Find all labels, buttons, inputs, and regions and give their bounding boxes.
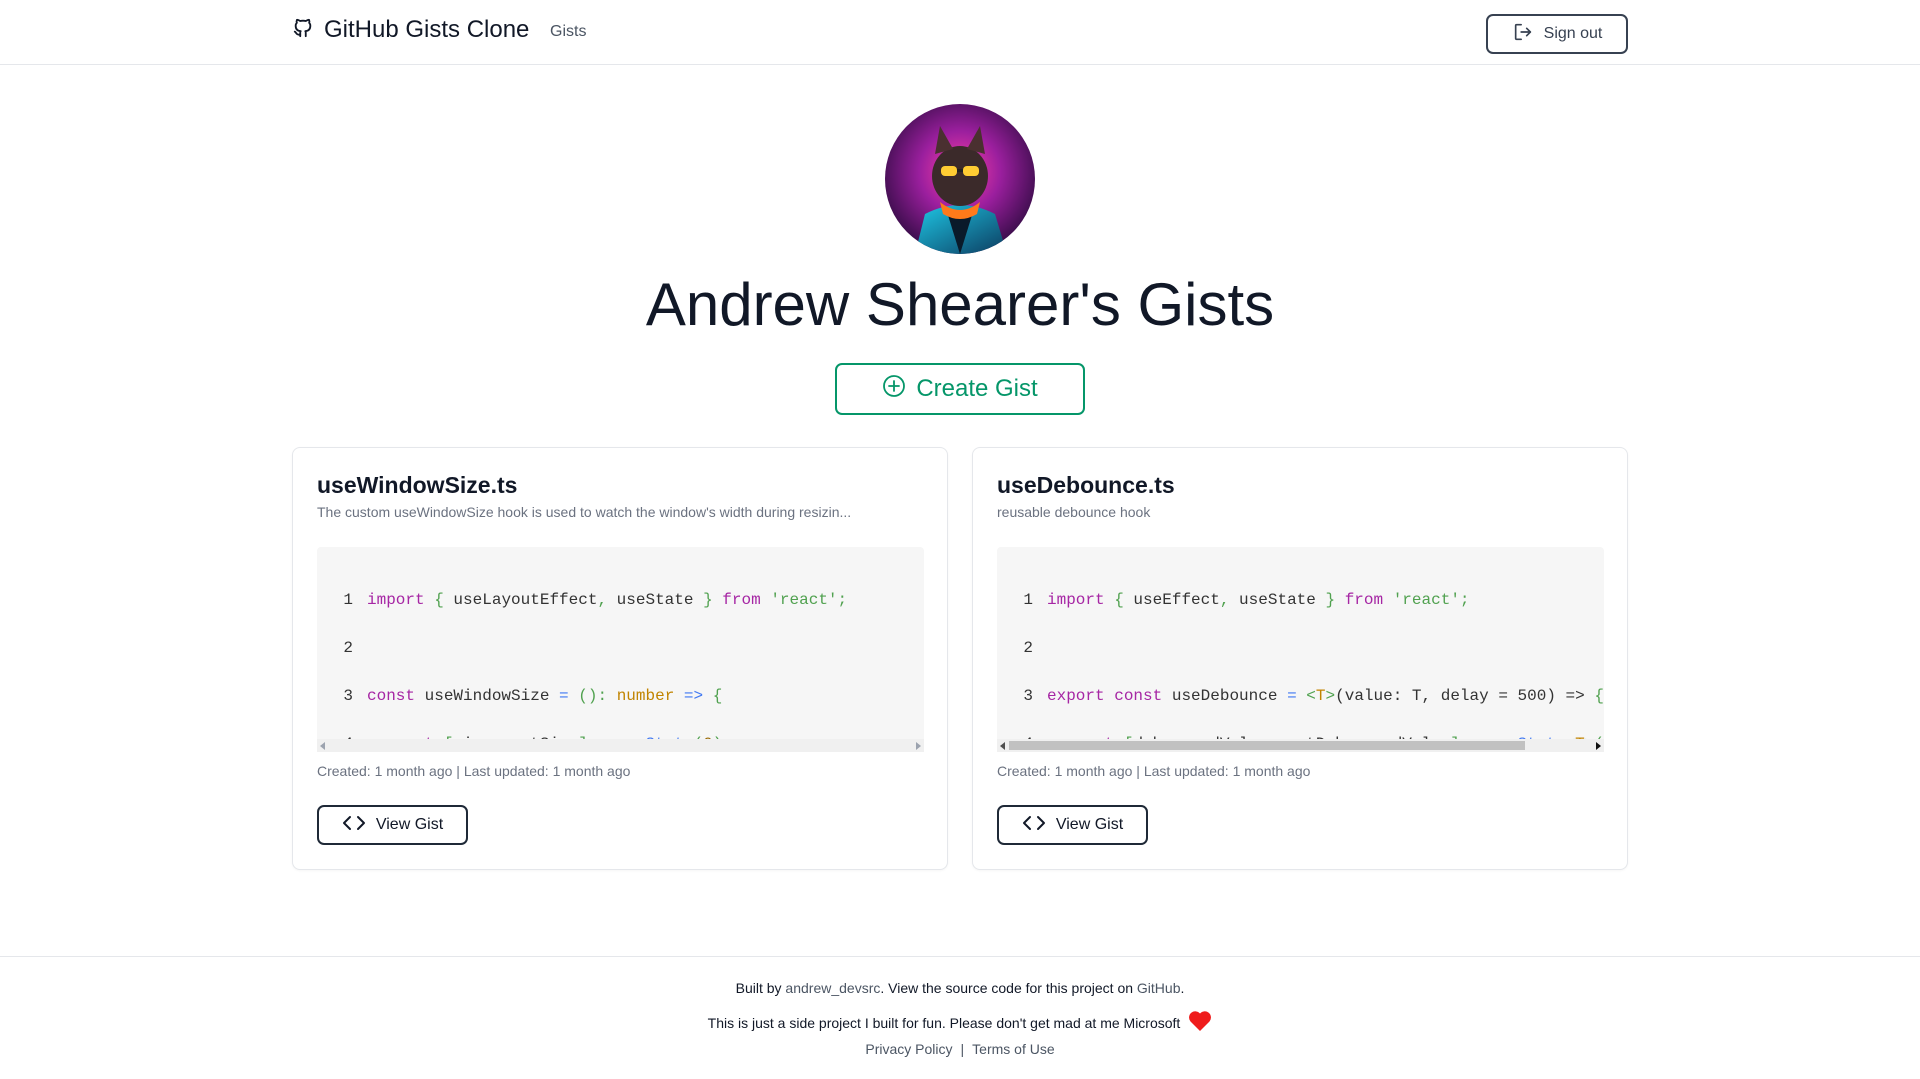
top-navbar: GitHub Gists Clone Gists Sign out [0,0,1920,65]
footer: Built by andrew_devsrc. View the source … [0,956,1920,1079]
code-line: 3 export const useDebounce = <T>(value: T… [1023,687,1604,705]
code-preview[interactable]: 1 import { useLayoutEffect, useState } fr… [317,547,924,752]
footer-side-project-text: This is just a side project I built for … [707,1014,1181,1031]
footer-built-by-middle: . View the source code for this project … [880,980,1137,996]
github-icon [292,17,314,44]
sign-out-icon [1512,21,1534,48]
footer-built-by-prefix: Built by [735,980,786,996]
nav-link-gists[interactable]: Gists [550,23,586,41]
code-line: 1 import { useEffect, useState } from 're… [1023,591,1470,609]
create-gist-button[interactable]: Create Gist [835,363,1085,415]
view-gist-label: View Gist [375,816,444,833]
page-title: Andrew Shearer's Gists [645,271,1275,338]
gist-description: reusable debounce hook [997,504,1151,520]
code-line: 3 const useWindowSize = (): number => { [343,687,723,705]
gist-card: useDebounce.ts reusable debounce hook 1i… [972,447,1628,870]
code-block: 1 import { useEffect, useState } from 're… [1009,560,1604,752]
code-icon [1022,811,1046,840]
footer-built-by-suffix: . [1180,980,1185,996]
plus-circle-icon [882,374,906,405]
footer-legal-links: Privacy Policy | Terms of Use [0,1041,1920,1057]
scroll-left-icon[interactable] [1000,742,1005,750]
code-block: 1 import { useLayoutEffect, useState } fr… [329,560,847,752]
sign-out-button[interactable]: Sign out [1486,14,1628,54]
footer-separator: | [960,1041,965,1057]
avatar [885,104,1035,254]
horizontal-scrollbar[interactable] [997,739,1604,752]
scroll-left-icon[interactable] [320,742,325,750]
code-icon [342,811,366,840]
gist-filename[interactable]: useDebounce.ts [997,472,1175,499]
code-preview[interactable]: 1 import { useEffect, useState } from 're… [997,547,1604,752]
scroll-right-icon[interactable] [916,742,921,750]
sign-out-label: Sign out [1543,25,1603,42]
heart-icon [1188,1010,1212,1035]
footer-credits: Built by andrew_devsrc. View the source … [0,980,1920,996]
privacy-policy-link[interactable]: Privacy Policy [865,1041,952,1057]
footer-disclaimer: This is just a side project I built for … [0,1010,1920,1035]
gist-timestamps: Created: 1 month ago | Last updated: 1 m… [317,763,631,779]
gist-filename[interactable]: useWindowSize.ts [317,472,517,499]
brand-title: GitHub Gists Clone [324,16,530,43]
code-line: 1 import { useLayoutEffect, useState } fr… [343,591,848,609]
author-link[interactable]: andrew_devsrc [785,980,880,996]
github-source-link[interactable]: GitHub [1137,980,1181,996]
terms-of-use-link[interactable]: Terms of Use [972,1041,1054,1057]
scroll-right-icon[interactable] [1596,742,1601,750]
create-gist-label: Create Gist [916,375,1038,402]
gist-description: The custom useWindowSize hook is used to… [317,504,852,520]
view-gist-button[interactable]: View Gist [317,805,468,845]
gist-timestamps: Created: 1 month ago | Last updated: 1 m… [997,763,1311,779]
view-gist-label: View Gist [1055,816,1124,833]
code-line: 2 [343,639,353,657]
brand-link[interactable]: GitHub Gists Clone [292,16,529,44]
horizontal-scrollbar[interactable] [317,739,924,752]
view-gist-button[interactable]: View Gist [997,805,1148,845]
scrollbar-thumb[interactable] [1009,741,1525,750]
gist-card: useWindowSize.ts The custom useWindowSiz… [292,447,948,870]
code-line: 2 [1023,639,1033,657]
